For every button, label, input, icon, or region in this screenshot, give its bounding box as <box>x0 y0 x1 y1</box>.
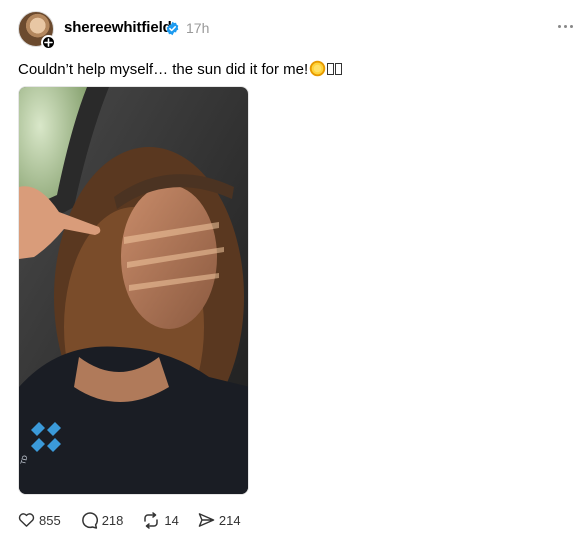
more-horizontal-icon <box>557 24 561 28</box>
comment-button[interactable]: 218 <box>80 511 124 529</box>
post-timestamp[interactable]: 17h <box>186 20 209 36</box>
verified-badge-icon <box>166 21 179 36</box>
sun-emoji-icon <box>309 60 326 77</box>
speech-bubble-icon <box>81 511 98 529</box>
repost-button[interactable]: 14 <box>142 511 179 529</box>
repost-count: 14 <box>164 512 179 528</box>
comment-count: 218 <box>101 512 124 528</box>
thread-post: shereewhitfield 17h Couldn’t help myself… <box>0 0 585 535</box>
author-username[interactable]: shereewhitfield <box>64 19 172 36</box>
post-actions: 855 218 14 214 <box>18 510 260 530</box>
selfie-image: TD <box>19 87 248 494</box>
heart-icon <box>18 513 35 527</box>
like-count: 855 <box>39 512 61 528</box>
post-photo[interactable]: TD <box>18 86 249 495</box>
post-caption: Couldn’t help myself… the sun did it for… <box>18 60 343 80</box>
more-options-button[interactable] <box>555 20 575 32</box>
share-button[interactable]: 214 <box>198 512 241 528</box>
unsupported-emoji-glyph <box>335 63 343 75</box>
repost-arrows-icon <box>144 511 159 529</box>
unsupported-emoji-glyph <box>327 63 335 75</box>
author-avatar[interactable] <box>18 11 56 50</box>
caption-text: Couldn’t help myself… the sun did it for… <box>18 61 309 78</box>
share-count: 214 <box>218 512 241 528</box>
like-button[interactable]: 855 <box>18 512 61 528</box>
paper-plane-icon <box>198 513 215 527</box>
follow-plus-icon[interactable] <box>41 35 56 50</box>
